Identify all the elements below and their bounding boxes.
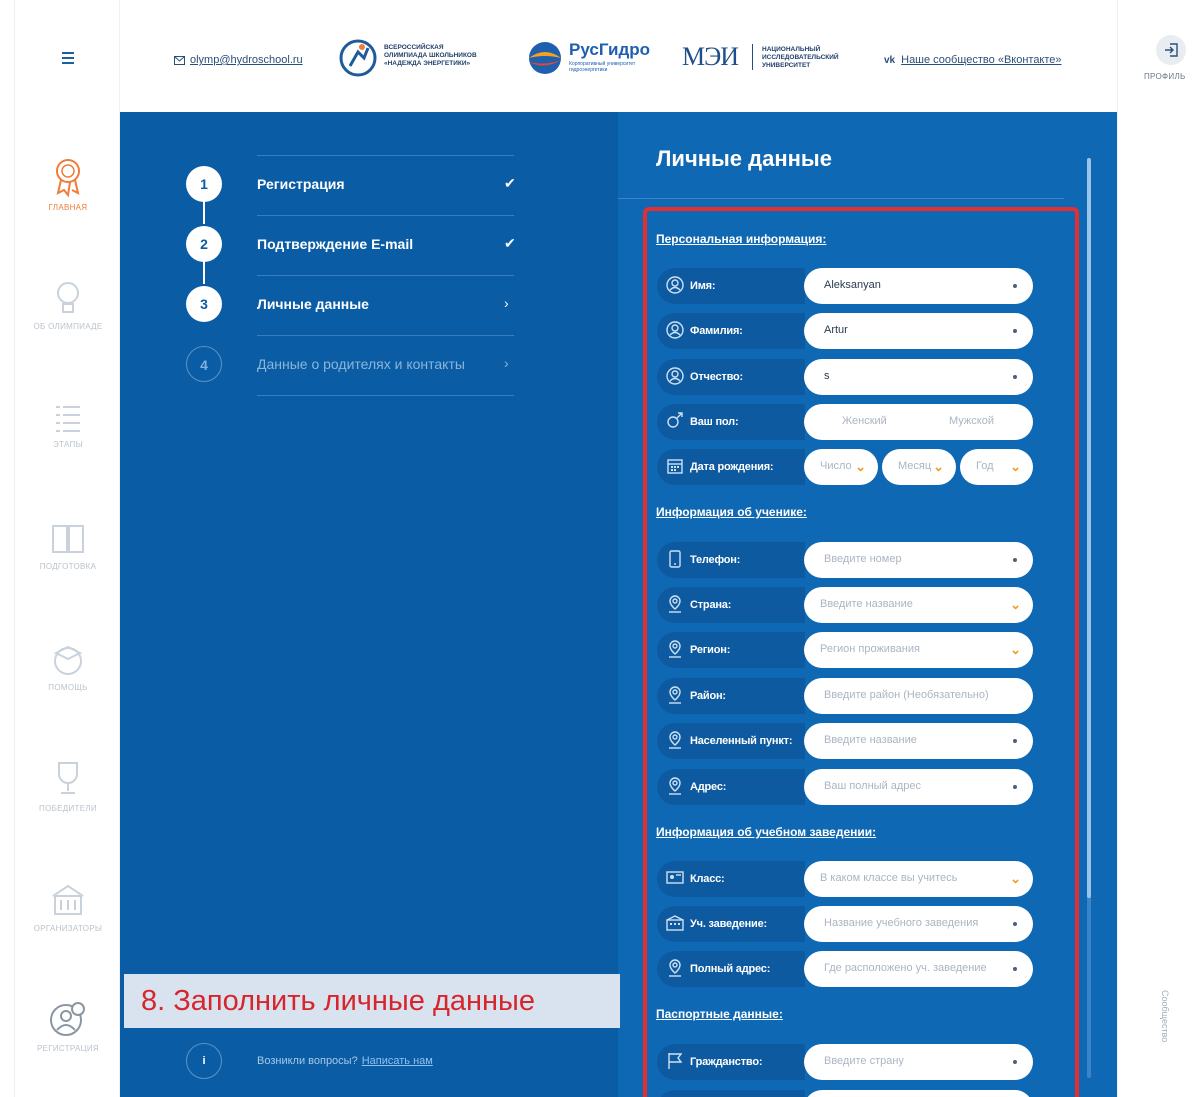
- help-text: Возникли вопросы? Написать нам: [257, 1055, 433, 1067]
- divider: [618, 198, 1064, 199]
- sidebar-item-registration[interactable]: РЕГИСТРАЦИЯ: [15, 1000, 121, 1053]
- right-rail: ПРОФИЛЬ: [1117, 0, 1201, 1097]
- step-title: Личные данные: [257, 296, 369, 312]
- sidebar-item-label: ОРГАНИЗАТОРЫ: [33, 924, 103, 933]
- building-icon: [52, 884, 84, 915]
- rushydro-name: РусГидро: [569, 40, 651, 59]
- chevron-right-icon: ›: [504, 355, 509, 371]
- email-link[interactable]: olymp@hydroschool.ru: [174, 54, 303, 66]
- sidebar-item-label: ОБ ОЛИМПИАДЕ: [33, 322, 103, 331]
- scrollbar-thumb[interactable]: [1087, 158, 1091, 898]
- menu-icon[interactable]: [62, 52, 74, 67]
- logo-line: ВСЕРОССИЙСКАЯ: [384, 44, 444, 51]
- award-icon: [56, 159, 80, 197]
- write-us-link[interactable]: Написать нам: [362, 1055, 433, 1067]
- profile-button[interactable]: [1156, 35, 1186, 65]
- rushydro-globe-icon: [529, 42, 561, 74]
- community-vertical-link[interactable]: Сообщество: [1160, 990, 1170, 1042]
- step-divider: [257, 155, 514, 156]
- left-sidebar: ГЛАВНАЯ ОБ ОЛИМПИАДЕ ЭТАПЫ ПОДГОТОВКА ПО…: [14, 0, 120, 1097]
- step-email[interactable]: 2 Подтверждение E-mail ✔: [186, 226, 516, 286]
- sidebar-item-label: РЕГИСТРАЦИЯ: [36, 1044, 100, 1053]
- step-title: Подтверждение E-mail: [257, 236, 414, 252]
- mail-icon: [174, 55, 185, 65]
- sidebar-item-stages[interactable]: ЭТАПЫ: [15, 402, 121, 449]
- info-icon: i: [186, 1043, 222, 1079]
- vk-link[interactable]: vk Наше сообщество «Вконтакте»: [884, 54, 1062, 66]
- book-icon: [52, 525, 84, 553]
- mei-name: МЭИ: [682, 42, 739, 71]
- step-parents[interactable]: 4 Данные о родителях и контакты ›: [186, 346, 516, 406]
- runner-logo-icon: [339, 39, 377, 77]
- step-title: Данные о родителях и контакты: [257, 356, 465, 372]
- logo-line: «НАДЕЖДА ЭНЕРГЕТИКИ»: [384, 60, 471, 67]
- sidebar-item-winners[interactable]: ПОБЕДИТЕЛИ: [15, 760, 121, 813]
- page-title: Личные данные: [656, 146, 832, 171]
- highlight-frame: [643, 207, 1079, 1097]
- user-add-icon: [50, 1002, 85, 1036]
- step-number: 4: [186, 346, 222, 382]
- sidebar-item-label: ГЛАВНАЯ: [48, 203, 88, 212]
- sidebar-item-label: ПОБЕДИТЕЛИ: [39, 804, 97, 813]
- logo-line: ОЛИМПИАДА ШКОЛЬНИКОВ: [384, 52, 477, 59]
- profile-label: ПРОФИЛЬ: [1144, 72, 1186, 81]
- checkmark-icon: ✔: [504, 235, 516, 251]
- sidebar-item-preparation[interactable]: ПОДГОТОВКА: [15, 520, 121, 571]
- sidebar-item-label: ЭТАПЫ: [53, 440, 83, 449]
- sidebar-item-label: ПОМОЩЬ: [48, 683, 88, 692]
- sidebar-item-main[interactable]: ГЛАВНАЯ: [15, 157, 121, 212]
- step-number: 1: [186, 166, 222, 202]
- logo-line: ИССЛЕДОВАТЕЛЬСКИЙ: [762, 54, 839, 61]
- step-title: Регистрация: [257, 176, 345, 192]
- chevron-right-icon: ›: [504, 295, 509, 311]
- login-icon: [1165, 43, 1178, 57]
- list-icon: [56, 406, 80, 432]
- instruction-caption: 8. Заполнить личные данные: [124, 974, 620, 1028]
- sidebar-item-label: ПОДГОТОВКА: [39, 562, 97, 571]
- lightbulb-icon: [57, 282, 79, 313]
- step-registration[interactable]: 1 Регистрация ✔: [186, 166, 516, 226]
- graduation-cap-icon: [53, 645, 83, 675]
- logo-line: УНИВЕРСИТЕТ: [762, 62, 811, 69]
- sidebar-item-about[interactable]: ОБ ОЛИМПИАДЕ: [15, 280, 121, 331]
- step-number: 2: [186, 226, 222, 262]
- mei-divider: [752, 44, 753, 70]
- sidebar-item-organizers[interactable]: ОРГАНИЗАТОРЫ: [15, 880, 121, 933]
- top-header: olymp@hydroschool.ru ВСЕРОССИЙСКАЯ ОЛИМП…: [120, 0, 1117, 112]
- checkmark-icon: ✔: [504, 175, 516, 191]
- sidebar-item-help[interactable]: ПОМОЩЬ: [15, 641, 121, 692]
- step-number: 3: [186, 286, 222, 322]
- trophy-icon: [58, 762, 78, 794]
- logo-line: НАЦИОНАЛЬНЫЙ: [762, 46, 821, 53]
- vk-icon: vk: [884, 54, 896, 66]
- step-personal[interactable]: 3 Личные данные ›: [186, 286, 516, 346]
- rushydro-sub: Корпоративный университет гидроэнергетик…: [569, 61, 636, 73]
